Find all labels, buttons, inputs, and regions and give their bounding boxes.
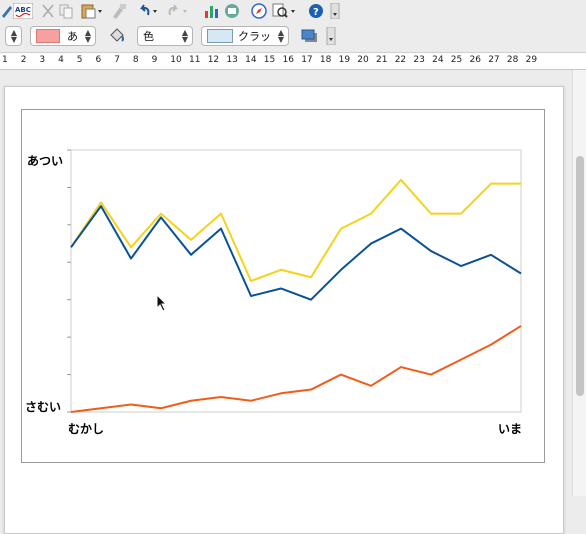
line-color-label: 色	[143, 30, 154, 43]
x-tick-start: むかし	[68, 422, 105, 436]
svg-text:?: ?	[313, 7, 319, 18]
document-area: あつい さむい むかし いま	[0, 70, 572, 534]
ruler-mark: 26	[469, 55, 481, 65]
standard-toolbar: ABC ?	[0, 0, 586, 22]
compass-icon[interactable]	[250, 2, 268, 20]
select-arrows-icon: ▲ ▼	[181, 28, 188, 44]
ruler-mark: 10	[170, 55, 182, 65]
ruler-mark: 16	[282, 55, 294, 65]
page: あつい さむい むかし いま	[4, 86, 564, 534]
toolbar-overflow-icon[interactable]	[326, 27, 336, 45]
paint-bucket-icon[interactable]	[108, 26, 126, 44]
ruler-mark: 2	[20, 55, 27, 65]
undo-icon[interactable]	[136, 2, 160, 20]
ruler-mark: 1	[2, 55, 8, 65]
y-tick-top: あつい	[27, 154, 64, 168]
ruler-mark: 19	[338, 55, 351, 65]
ruler-mark: 13	[226, 55, 238, 65]
x-tick-end: いま	[498, 422, 523, 436]
scrollbar-thumb[interactable]	[576, 156, 584, 396]
ruler-mark: 29	[525, 55, 538, 65]
paste-icon[interactable]	[80, 2, 104, 20]
ruler-mark: 7	[114, 55, 120, 65]
area-style-label: あ	[67, 30, 78, 43]
area-style-select[interactable]: あ ▲ ▼	[30, 26, 96, 46]
ruler-mark: 15	[263, 55, 276, 65]
spellcheck-icon[interactable]: ABC	[13, 2, 33, 20]
ruler-mark: 4	[58, 55, 64, 65]
line-style-label: クラッ	[238, 30, 271, 43]
clone-formatting-icon[interactable]	[110, 2, 128, 20]
ruler-mark: 8	[132, 55, 139, 65]
line-chart	[67, 149, 522, 413]
ruler-mark: 11	[189, 55, 201, 65]
formatting-toolbar: ▲ ▼ あ ▲ ▼ 色 ▲ ▼ クラッ ▲ ▼	[0, 22, 586, 53]
ruler-mark: 20	[357, 55, 369, 65]
ruler-mark: 5	[76, 55, 83, 65]
ruler-mark: 21	[376, 55, 388, 65]
area-color-swatch	[36, 29, 60, 43]
toolbar-overflow-icon[interactable]	[330, 2, 340, 20]
chart-frame[interactable]: あつい さむい むかし いま	[21, 109, 545, 463]
y-axis-ticks	[67, 149, 71, 413]
vertical-scrollbar[interactable]	[572, 70, 586, 496]
mouse-pointer-icon	[156, 294, 168, 312]
ruler-mark: 24	[432, 55, 444, 65]
copy-icon[interactable]	[58, 2, 74, 20]
line-color-select[interactable]: 色 ▲ ▼	[137, 26, 193, 46]
y-tick-bottom: さむい	[25, 400, 62, 414]
ruler-mark: 9	[151, 55, 158, 65]
ruler-mark: 14	[245, 55, 257, 65]
select-arrows-icon: ▲ ▼	[277, 28, 284, 44]
ruler-mark: 3	[39, 55, 46, 65]
zoom-icon[interactable]	[272, 2, 298, 20]
redo-icon[interactable]	[166, 2, 190, 20]
anchor-stepper[interactable]: ▲ ▼	[5, 26, 22, 46]
chart-icon[interactable]	[203, 2, 221, 20]
cut-icon[interactable]	[40, 2, 56, 20]
stepper-arrows-icon: ▲ ▼	[10, 28, 17, 44]
svg-text:ABC: ABC	[15, 6, 31, 14]
help-icon[interactable]: ?	[307, 2, 325, 20]
line-style-select[interactable]: クラッ ▲ ▼	[201, 26, 289, 46]
ruler-mark: 25	[450, 55, 463, 65]
navigator-icon[interactable]	[223, 2, 241, 20]
select-arrows-icon: ▲ ▼	[84, 28, 91, 44]
edit-icon[interactable]	[0, 2, 12, 20]
ruler-mark: 22	[394, 55, 407, 65]
shadow-icon[interactable]	[300, 27, 320, 45]
line-color-swatch	[207, 29, 233, 43]
ruler-mark: 23	[413, 55, 425, 65]
ruler-mark: 6	[95, 55, 102, 65]
ruler-mark: 27	[488, 55, 500, 65]
ruler-mark: 12	[207, 55, 220, 65]
plot-area	[70, 149, 522, 413]
ruler-mark: 17	[301, 55, 313, 65]
ruler-mark: 18	[319, 55, 332, 65]
horizontal-ruler[interactable]: 1 2 3 4 5 6 7 8 9 10 11 12 13 14 15 16 17 18 19 20 21 22 23 24 2…	[0, 53, 586, 70]
ruler-mark: 28	[506, 55, 519, 65]
